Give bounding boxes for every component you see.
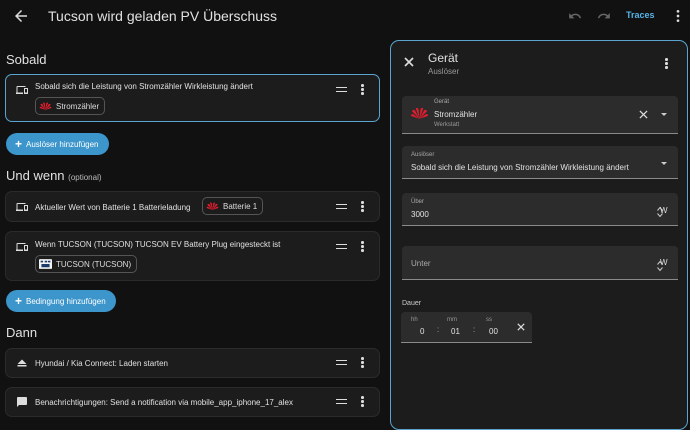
- below-placeholder: Unter: [411, 259, 431, 268]
- message-icon: [17, 397, 27, 407]
- plus-icon: +: [15, 137, 23, 151]
- add-trigger-button[interactable]: + Auslöser hinzufügen: [6, 133, 109, 155]
- condition-card[interactable]: Aktueller Wert von Batterie 1 Batteriela…: [5, 191, 380, 222]
- above-unit: W: [660, 206, 668, 215]
- conditions-note: (optional): [68, 173, 102, 182]
- chip-label: Stromzähler: [56, 101, 100, 111]
- drag-handle-icon[interactable]: [336, 399, 347, 407]
- drag-handle-icon[interactable]: [336, 87, 347, 95]
- clear-icon[interactable]: [639, 110, 648, 119]
- chip-label: TUCSON (TUCSON): [56, 259, 132, 269]
- device-chip[interactable]: Batterie 1: [202, 197, 264, 215]
- seconds-value[interactable]: 00: [489, 327, 498, 336]
- minutes-label: mm: [447, 317, 457, 323]
- devices-icon: [16, 203, 28, 211]
- top-app-bar: Tucson wird geladen PV Überschuss Traces: [0, 0, 690, 32]
- more-vert-icon[interactable]: [361, 84, 365, 96]
- duration-input[interactable]: hh 0 : mm 01 : ss 00: [401, 312, 532, 343]
- redo-icon[interactable]: [597, 9, 611, 23]
- more-vert-icon[interactable]: [670, 8, 686, 24]
- plus-icon: +: [15, 294, 23, 308]
- devices-icon: [16, 86, 28, 94]
- trigger-type-select[interactable]: Auslöser Sobald sich die Leistung von St…: [402, 146, 678, 179]
- device-label: Gerät: [434, 99, 450, 105]
- more-vert-icon[interactable]: [361, 201, 365, 213]
- car-service-icon: [17, 359, 27, 367]
- device-chip[interactable]: Stromzähler: [35, 97, 106, 115]
- device-area: Werkstatt: [434, 122, 460, 128]
- device-value: Stromzähler: [434, 110, 478, 119]
- more-vert-icon[interactable]: [361, 357, 365, 369]
- triggers-heading: Sobald: [6, 52, 47, 67]
- traces-button[interactable]: Traces: [626, 10, 655, 20]
- actions-heading: Dann: [6, 325, 38, 340]
- above-input[interactable]: Über 3000: [402, 193, 678, 226]
- hours-value[interactable]: 0: [420, 327, 424, 336]
- trigger-editor-panel: Gerät Auslöser Gerät Stromzähler Werksta…: [390, 40, 688, 430]
- page-title: Tucson wird geladen PV Überschuss: [48, 8, 278, 24]
- conditions-title: Und wenn: [6, 168, 65, 183]
- action-text: Hyundai / Kia Connect: Laden starten: [35, 359, 168, 368]
- back-arrow-icon[interactable]: [12, 7, 30, 25]
- huawei-logo-icon: [206, 202, 219, 210]
- separator: :: [473, 325, 476, 334]
- action-card[interactable]: Hyundai / Kia Connect: Laden starten: [5, 348, 380, 378]
- hyundai-logo-icon: [39, 259, 52, 269]
- minutes-value[interactable]: 01: [451, 327, 460, 336]
- below-unit: W: [660, 258, 668, 267]
- hours-label: hh: [411, 317, 418, 323]
- panel-subtitle: Auslöser: [428, 67, 460, 76]
- more-vert-icon[interactable]: [361, 396, 365, 408]
- drag-handle-icon[interactable]: [336, 204, 347, 212]
- drag-handle-icon[interactable]: [336, 360, 347, 368]
- trigger-type-value: Sobald sich die Leistung von Stromzähler…: [411, 163, 629, 172]
- condition-text: Wenn TUCSON (TUCSON) TUCSON EV Battery P…: [35, 240, 281, 249]
- action-card[interactable]: Benachrichtigungen: Send a notification …: [5, 387, 380, 417]
- duration-label: Dauer: [402, 300, 422, 307]
- seconds-label: ss: [486, 317, 492, 323]
- condition-text: Aktueller Wert von Batterie 1 Batteriela…: [35, 203, 191, 212]
- action-text: Benachrichtigungen: Send a notification …: [35, 398, 293, 407]
- add-condition-button[interactable]: + Bedingung hinzufügen: [6, 290, 116, 312]
- close-icon[interactable]: [404, 57, 414, 67]
- drag-handle-icon[interactable]: [336, 244, 347, 252]
- dropdown-arrow-icon[interactable]: [661, 113, 667, 116]
- dropdown-arrow-icon[interactable]: [661, 162, 667, 165]
- trigger-text: Sobald sich die Leistung von Stromzähler…: [35, 82, 253, 91]
- panel-title: Gerät: [428, 51, 459, 65]
- device-picker[interactable]: Gerät Stromzähler Werkstatt: [402, 96, 678, 134]
- device-chip[interactable]: TUCSON (TUCSON): [35, 255, 138, 273]
- clear-duration-icon[interactable]: [517, 323, 525, 331]
- trigger-card[interactable]: Sobald sich die Leistung von Stromzähler…: [5, 74, 380, 122]
- devices-icon: [16, 243, 28, 251]
- trigger-type-label: Auslöser: [411, 152, 435, 158]
- add-condition-label: Bedingung hinzufügen: [26, 296, 106, 306]
- conditions-heading: Und wenn (optional): [6, 168, 102, 183]
- huawei-logo-icon: [39, 102, 52, 110]
- above-label: Über: [411, 199, 425, 205]
- separator: :: [437, 325, 440, 334]
- condition-card[interactable]: Wenn TUCSON (TUCSON) TUCSON EV Battery P…: [5, 231, 380, 281]
- more-vert-icon[interactable]: [665, 58, 669, 70]
- add-trigger-label: Auslöser hinzufügen: [26, 139, 99, 149]
- chip-label: Batterie 1: [223, 201, 258, 211]
- more-vert-icon[interactable]: [361, 241, 365, 253]
- undo-icon[interactable]: [568, 9, 582, 23]
- huawei-logo-icon: [410, 107, 429, 119]
- below-input[interactable]: Unter: [402, 246, 678, 280]
- above-value: 3000: [411, 210, 429, 219]
